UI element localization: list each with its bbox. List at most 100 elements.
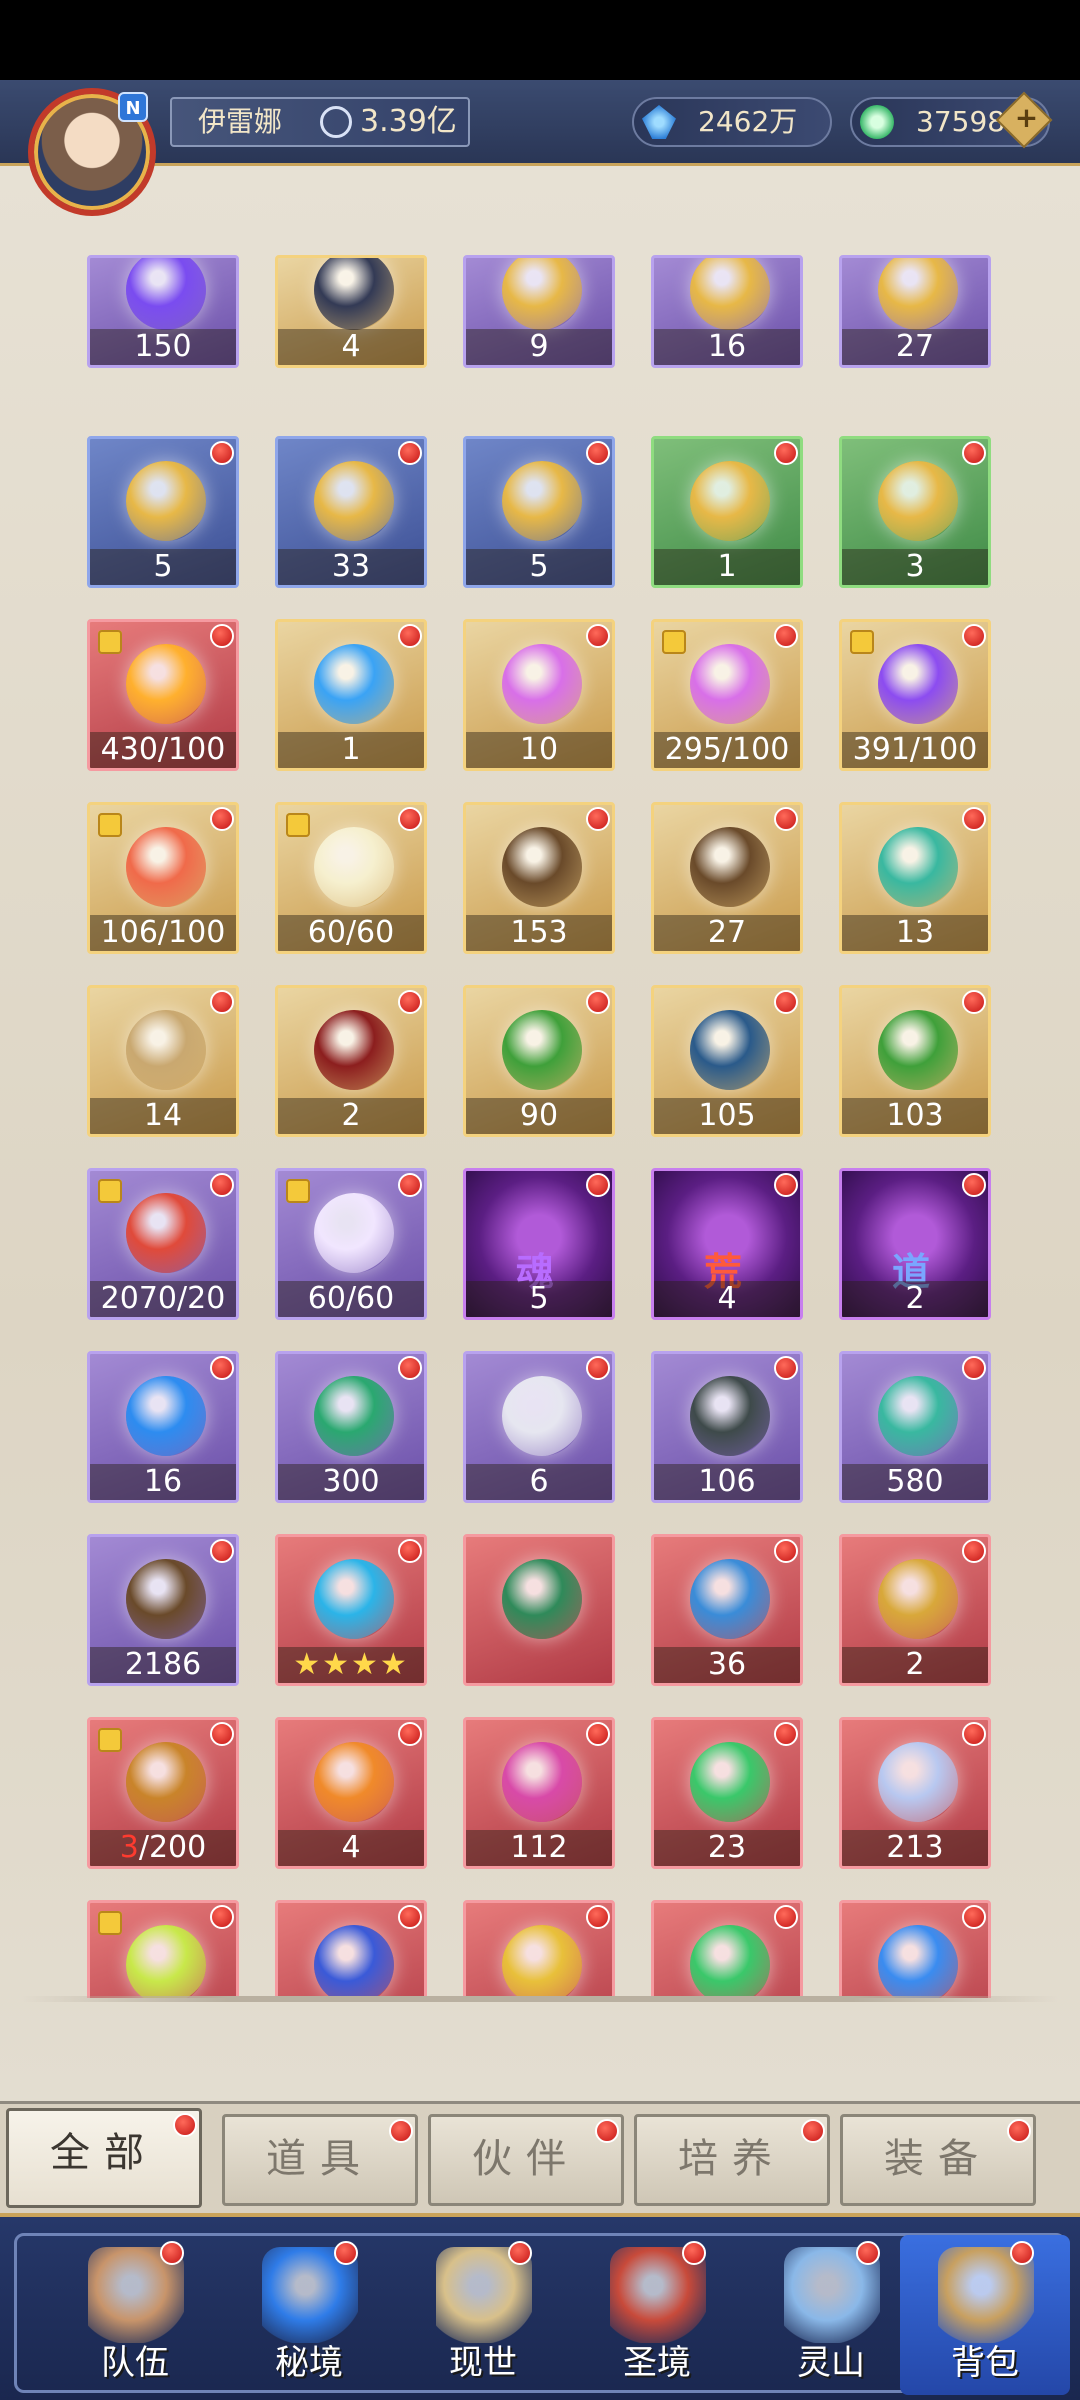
- inventory-item[interactable]: 27: [651, 1900, 803, 1998]
- item-icon: [126, 1193, 206, 1273]
- inventory-item[interactable]: 60/60: [275, 802, 427, 954]
- item-quantity: 9: [466, 329, 612, 365]
- new-item-dot: [774, 624, 798, 648]
- inventory-item[interactable]: 153: [463, 802, 615, 954]
- inventory-item[interactable]: ★★★★: [275, 1534, 427, 1686]
- item-quantity: 27: [842, 329, 988, 365]
- inventory-item[interactable]: 213: [839, 1717, 991, 1869]
- tab-0[interactable]: 全部: [6, 2108, 202, 2208]
- item-icon: [690, 1559, 770, 1639]
- new-item-dot: [210, 1539, 234, 1563]
- new-item-dot: [210, 807, 234, 831]
- inventory-item[interactable]: 5: [463, 436, 615, 588]
- item-quantity: 14: [90, 1098, 236, 1134]
- item-icon: [690, 258, 770, 330]
- item-icon: [502, 1010, 582, 1090]
- inventory-item[interactable]: 27: [651, 802, 803, 954]
- inventory-item[interactable]: 90: [463, 985, 615, 1137]
- new-item-dot: [210, 1173, 234, 1197]
- inventory-item[interactable]: 112: [463, 1717, 615, 1869]
- tab-notification-dot: [595, 2119, 619, 2143]
- inventory-item[interactable]: 106/100: [87, 802, 239, 954]
- item-quantity: 106/100: [90, 915, 236, 951]
- inventory-item[interactable]: 105: [651, 985, 803, 1137]
- inventory-item[interactable]: 7/10: [87, 1900, 239, 1998]
- inventory-item[interactable]: 2: [463, 1900, 615, 1998]
- inventory-item[interactable]: 5: [87, 436, 239, 588]
- inventory-item[interactable]: 33: [275, 436, 427, 588]
- inventory-item[interactable]: 24: [839, 1900, 991, 1998]
- inventory-item[interactable]: 2: [275, 985, 427, 1137]
- inventory-item[interactable]: 10: [463, 619, 615, 771]
- item-quantity: 13: [842, 915, 988, 951]
- inventory-item[interactable]: 103: [839, 985, 991, 1137]
- item-icon: [502, 644, 582, 724]
- inventory-item[interactable]: 4: [275, 255, 427, 368]
- inventory-item[interactable]: 2186: [87, 1534, 239, 1686]
- nav-item[interactable]: 灵山: [746, 2235, 916, 2395]
- inventory-item[interactable]: 580: [839, 1351, 991, 1503]
- nav-item[interactable]: 秘境: [224, 2235, 394, 2395]
- tab-1[interactable]: 道具: [222, 2114, 418, 2206]
- inventory-item[interactable]: 14: [87, 985, 239, 1137]
- player-name-plate[interactable]: 伊雷娜 3.39亿: [170, 97, 470, 147]
- item-icon: [126, 1010, 206, 1090]
- item-icon: [314, 258, 394, 330]
- item-icon: [502, 1742, 582, 1822]
- new-item-dot: [586, 990, 610, 1014]
- inventory-item[interactable]: 4: [275, 1717, 427, 1869]
- item-quantity: 27: [654, 915, 800, 951]
- nav-item[interactable]: 队伍: [50, 2235, 220, 2395]
- item-icon: [502, 461, 582, 541]
- inventory-item[interactable]: 391/100: [839, 619, 991, 771]
- inventory-item[interactable]: 6: [463, 1351, 615, 1503]
- tab-4[interactable]: 装备: [840, 2114, 1036, 2206]
- inventory-item[interactable]: 6: [275, 1900, 427, 1998]
- inventory-item[interactable]: 60/60: [275, 1168, 427, 1320]
- inventory-item[interactable]: [463, 1534, 615, 1686]
- bottom-nav: 队伍 秘境 现世 圣境 灵山 背包: [0, 2213, 1080, 2400]
- item-quantity: 4: [654, 1281, 800, 1317]
- inventory-item[interactable]: 13: [839, 802, 991, 954]
- inventory-item[interactable]: 2: [839, 1534, 991, 1686]
- tab-3[interactable]: 培养: [634, 2114, 830, 2206]
- inventory-item[interactable]: 150: [87, 255, 239, 368]
- inventory-item[interactable]: 295/100: [651, 619, 803, 771]
- inventory-item[interactable]: 1: [275, 619, 427, 771]
- nav-item[interactable]: 圣境: [572, 2235, 742, 2395]
- inventory-item[interactable]: 3: [839, 436, 991, 588]
- inventory-item[interactable]: 道2: [839, 1168, 991, 1320]
- item-icon: [314, 644, 394, 724]
- inventory-item[interactable]: 27: [839, 255, 991, 368]
- item-icon: [314, 827, 394, 907]
- inventory-item[interactable]: 36: [651, 1534, 803, 1686]
- nav-item[interactable]: 现世: [398, 2235, 568, 2395]
- inventory-item[interactable]: 1: [651, 436, 803, 588]
- inventory-item[interactable]: 23: [651, 1717, 803, 1869]
- item-quantity: 580: [842, 1464, 988, 1500]
- item-icon: [878, 644, 958, 724]
- inventory-item[interactable]: 荒4: [651, 1168, 803, 1320]
- inventory-item[interactable]: 魂5: [463, 1168, 615, 1320]
- inventory-grid[interactable]: 150 4 9 16 27 5 33 5 1 3 430/100 1 10 295/100 391/100 1…: [0, 255, 1080, 1998]
- inventory-item[interactable]: 430/100: [87, 619, 239, 771]
- tab-2[interactable]: 伙伴: [428, 2114, 624, 2206]
- new-item-dot: [962, 1173, 986, 1197]
- tab-label: 伙伴: [472, 2136, 580, 2182]
- new-item-dot: [586, 1173, 610, 1197]
- item-icon: [502, 1376, 582, 1456]
- inventory-item[interactable]: 300: [275, 1351, 427, 1503]
- new-item-dot: [210, 624, 234, 648]
- combat-power-value: 3.39亿: [360, 104, 457, 139]
- inventory-item[interactable]: 16: [87, 1351, 239, 1503]
- nav-item[interactable]: 背包: [900, 2235, 1070, 2395]
- inventory-item[interactable]: 3/200: [87, 1717, 239, 1869]
- item-quantity: 2: [842, 1647, 988, 1683]
- inventory-item[interactable]: 106: [651, 1351, 803, 1503]
- item-quantity: 430/100: [90, 732, 236, 768]
- inventory-item[interactable]: 9: [463, 255, 615, 368]
- inventory-item[interactable]: 2070/20: [87, 1168, 239, 1320]
- inventory-item[interactable]: 16: [651, 255, 803, 368]
- fragment-icon: [850, 630, 874, 654]
- item-icon: [126, 1925, 206, 1998]
